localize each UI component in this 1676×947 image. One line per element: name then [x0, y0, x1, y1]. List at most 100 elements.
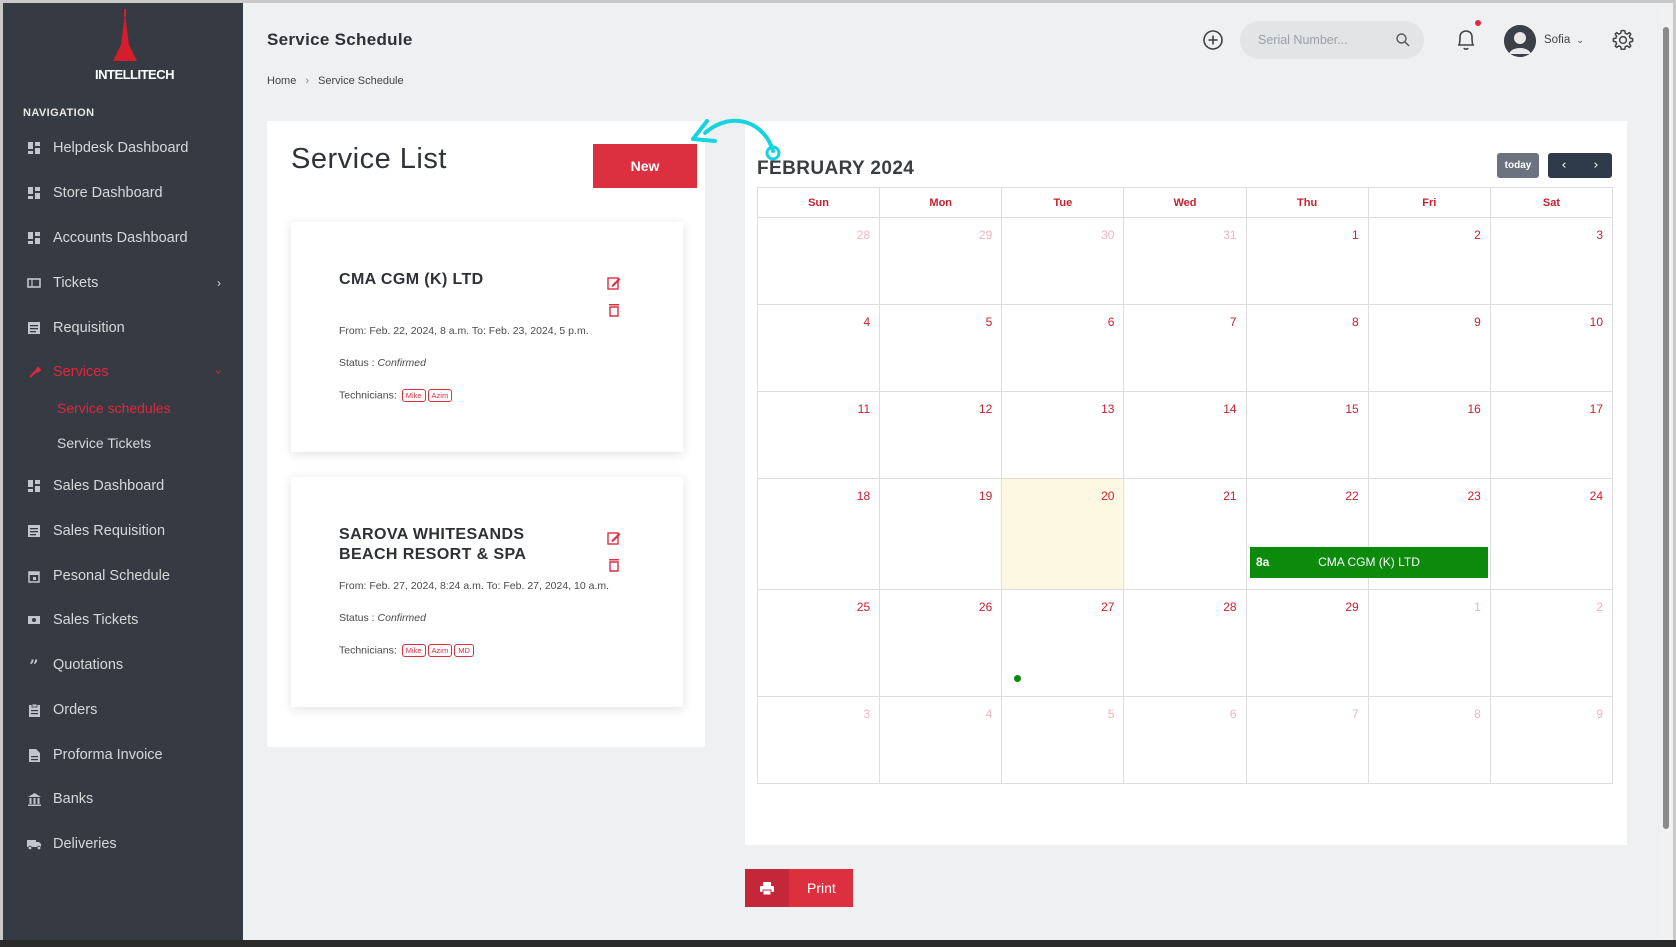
calendar-day-cell[interactable]: 16 [1367, 391, 1491, 479]
sidebar-item-sales-tickets[interactable]: Sales Tickets [3, 603, 243, 637]
service-card-technicians: Technicians: Mike Azim MD [339, 644, 474, 657]
sidebar-item-proforma-invoice[interactable]: Proforma Invoice [3, 738, 243, 772]
sidebar-item-sales-requisition[interactable]: Sales Requisition [3, 514, 243, 548]
user-menu[interactable]: Sofia ⌄ [1544, 34, 1584, 46]
technician-tag: Azim [427, 389, 453, 402]
calendar-day-cell[interactable]: 26 [879, 589, 1003, 697]
trash-icon[interactable] [607, 303, 621, 317]
calendar-day-cell[interactable]: 29 [1245, 589, 1369, 697]
calendar-day-cell[interactable]: 3 [1489, 217, 1614, 305]
sidebar-item-personal-schedule[interactable]: Pesonal Schedule [3, 559, 243, 593]
sidebar-item-helpdesk-dashboard[interactable]: Helpdesk Dashboard [3, 131, 243, 165]
event-time: 8a [1256, 555, 1270, 569]
sidebar-item-requisition[interactable]: Requisition [3, 311, 243, 345]
dashboard-icon [27, 186, 41, 200]
technician-tag: Mike [401, 644, 426, 657]
calendar-day-cell[interactable]: 10 [1489, 304, 1614, 392]
sidebar-item-banks[interactable]: Banks [3, 782, 243, 816]
event-dot[interactable] [1014, 675, 1021, 682]
add-circle-icon[interactable] [1202, 29, 1224, 51]
calendar-day-cell[interactable]: 11 [756, 391, 881, 479]
sidebar-item-sales-dashboard[interactable]: Sales Dashboard [3, 469, 243, 503]
calendar-day-cell[interactable]: 31 [1123, 217, 1247, 305]
gear-icon[interactable] [1611, 28, 1635, 52]
vertical-scrollbar[interactable] [1659, 3, 1673, 943]
calendar-day-cell[interactable]: 14 [1123, 391, 1247, 479]
sidebar-item-services[interactable]: Services › [3, 355, 243, 389]
calendar-day-cell[interactable]: 3 [756, 696, 881, 784]
breadcrumb-home[interactable]: Home [267, 75, 296, 87]
calendar-day-cell[interactable]: 28 [1123, 589, 1247, 697]
sidebar-subitem-service-schedules[interactable]: Service schedules [57, 400, 171, 416]
intellitech-logo[interactable]: INTELLITECH [95, 9, 175, 85]
calendar-day-cell[interactable]: 5 [879, 304, 1003, 392]
user-icon [1504, 25, 1536, 57]
bell-icon[interactable] [1454, 27, 1478, 53]
trash-icon[interactable] [607, 558, 621, 572]
calendar-day-cell[interactable]: 1 [1245, 217, 1369, 305]
calendar-day-cell-today[interactable]: 20 [1001, 478, 1125, 590]
scrollbar-thumb[interactable] [1663, 27, 1669, 829]
service-list-title: Service List [291, 143, 447, 175]
next-month-button[interactable]: › [1580, 153, 1612, 178]
technicians-label: Technicians: [339, 644, 397, 657]
calendar-day-cell[interactable]: 13 [1001, 391, 1125, 479]
technician-tag: Azim [427, 644, 453, 657]
calendar-day-cell[interactable]: 9 [1489, 696, 1614, 784]
calendar-day-cell[interactable]: 4 [756, 304, 881, 392]
technicians-label: Technicians: [339, 389, 397, 402]
sidebar-item-accounts-dashboard[interactable]: Accounts Dashboard [3, 221, 243, 255]
quote-icon: ” [29, 655, 39, 675]
calendar-day-cell[interactable]: 8 [1367, 696, 1491, 784]
calendar-day-cell[interactable]: 19 [879, 478, 1003, 590]
calendar-event[interactable]: CMA CGM (K) LTD 8a [1250, 547, 1488, 578]
calendar-day-cell[interactable]: 17 [1489, 391, 1614, 479]
calendar-day-cell[interactable]: 18 [756, 478, 881, 590]
sidebar-item-store-dashboard[interactable]: Store Dashboard [3, 176, 243, 210]
calendar-day-cell[interactable]: 29 [879, 217, 1003, 305]
dashboard-icon [27, 231, 41, 245]
calendar-day-cell[interactable]: 30 [1001, 217, 1125, 305]
edit-icon[interactable] [607, 276, 621, 290]
event-title: CMA CGM (K) LTD [1318, 555, 1420, 569]
serial-number-input[interactable] [1258, 31, 1388, 49]
service-card-technicians: Technicians: Mike Azim [339, 389, 453, 402]
search-icon[interactable] [1395, 32, 1411, 48]
sidebar-item-quotations[interactable]: ” Quotations [3, 648, 243, 682]
calendar-day-cell[interactable]: 2 [1367, 217, 1491, 305]
calendar-day-cell[interactable]: 2 [1489, 589, 1614, 697]
notification-dot [1475, 20, 1481, 26]
print-button[interactable]: Print [745, 869, 853, 907]
sidebar-item-tickets[interactable]: Tickets › [3, 266, 243, 300]
calendar-day-cell[interactable]: 5 [1001, 696, 1125, 784]
calendar-day-cell[interactable]: 15 [1245, 391, 1369, 479]
sidebar-item-orders[interactable]: Orders [3, 693, 243, 727]
calendar-icon [27, 569, 41, 583]
sidebar-item-deliveries[interactable]: Deliveries [3, 827, 243, 861]
sidebar-subitem-service-tickets[interactable]: Service Tickets [57, 435, 151, 451]
status-value: Confirmed [377, 357, 426, 369]
calendar-day-cell[interactable]: 21 [1123, 478, 1247, 590]
calendar-day-cell[interactable]: 12 [879, 391, 1003, 479]
calendar-grid: Sun Mon Tue Wed Thu Fri Sat 28 29 30 31 … [756, 187, 1614, 784]
calendar-day-cell[interactable]: 7 [1123, 304, 1247, 392]
service-card[interactable]: CMA CGM (K) LTD From: Feb. 22, 2024, 8 a… [291, 222, 683, 452]
calendar-day-cell[interactable]: 7 [1245, 696, 1369, 784]
calendar-day-cell[interactable]: 24 [1489, 478, 1614, 590]
calendar-day-cell[interactable]: 1 [1367, 589, 1491, 697]
service-card[interactable]: SAROVA WHITESANDS BEACH RESORT & SPA Fro… [291, 477, 683, 707]
breadcrumb: Home › Service Schedule [267, 75, 404, 87]
sidebar-item-label: Accounts Dashboard [53, 230, 188, 246]
prev-month-button[interactable]: ‹ [1548, 153, 1580, 178]
calendar-day-cell[interactable]: 4 [879, 696, 1003, 784]
calendar-day-cell[interactable]: 25 [756, 589, 881, 697]
edit-icon[interactable] [607, 531, 621, 545]
avatar[interactable] [1504, 25, 1536, 57]
calendar-day-cell[interactable]: 28 [756, 217, 881, 305]
calendar-day-cell[interactable]: 6 [1123, 696, 1247, 784]
calendar-day-cell[interactable]: 9 [1367, 304, 1491, 392]
today-button[interactable]: today [1497, 153, 1539, 178]
calendar-day-cell[interactable]: 8 [1245, 304, 1369, 392]
wrench-icon [27, 365, 41, 379]
calendar-day-cell[interactable]: 6 [1001, 304, 1125, 392]
